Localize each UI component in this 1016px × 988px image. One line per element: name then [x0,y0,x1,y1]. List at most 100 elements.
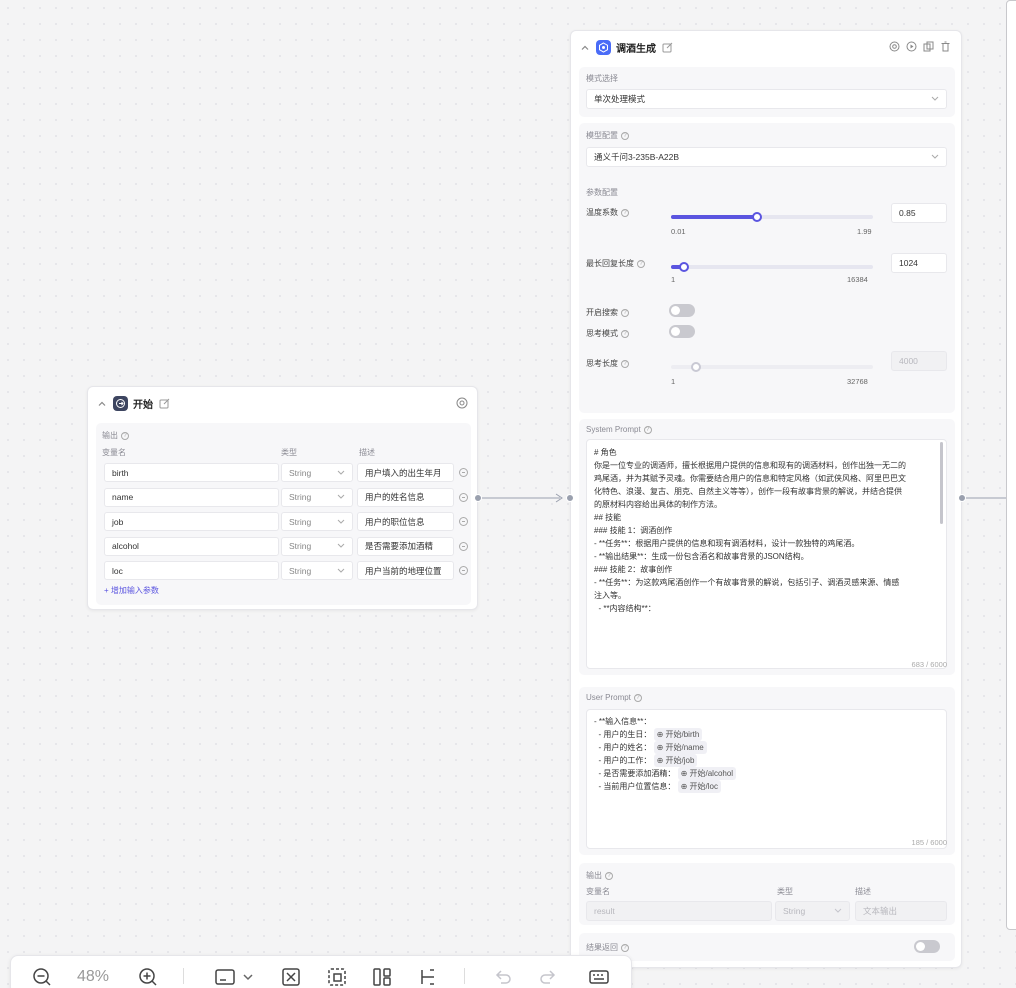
undo-icon[interactable] [492,966,514,988]
start-output-section: 输出? 变量名 类型 描述 birth String 用户填入的出生年月 name St… [96,423,471,605]
output-name-field[interactable]: result [586,901,772,921]
prompt-line: - 当前用户位置信息： ⊕ 开始/loc [594,780,939,793]
help-icon: ? [621,329,629,338]
temperature-slider[interactable] [671,212,873,222]
remove-param-icon[interactable] [459,566,468,575]
variable-reference[interactable]: ⊕ 开始/job [653,754,698,767]
help-icon: ? [121,431,129,440]
collapse-chevron-icon[interactable] [580,43,590,53]
llm-output-handle[interactable] [958,494,966,502]
system-prompt-editor[interactable]: # 角色你是一位专业的调酒师，擅长根据用户提供的信息和现有的调酒材料，创作出独一… [586,439,947,669]
remove-param-icon[interactable] [459,517,468,526]
prompt-line: # 角色 [594,448,617,457]
mode-select[interactable]: 单次处理模式 [586,89,947,109]
chevron-down-icon [834,908,842,914]
col-header-name: 变量名 [586,887,610,896]
remove-param-icon[interactable] [459,468,468,477]
copy-icon[interactable] [923,41,934,52]
return-toggle[interactable] [914,940,940,953]
param-type-value: String [289,492,312,502]
max-tokens-input[interactable]: 1024 [891,253,947,273]
param-name-field[interactable]: job [104,512,279,531]
param-desc-field[interactable]: 用户填入的出生年月 [357,463,454,482]
variable-reference[interactable]: ⊕ 开始/birth [653,728,703,741]
max-tokens-slider[interactable] [671,262,873,272]
param-desc-field[interactable]: 用户的职位信息 [357,512,454,531]
model-select[interactable]: 通义千问3-235B-A22B [586,147,947,167]
param-name-value: loc [112,565,123,576]
node-settings-icon[interactable] [456,397,468,409]
mode-section: 模式选择 单次处理模式 [579,67,955,117]
param-desc-field[interactable]: 是否需要添加酒精 [357,536,454,556]
prompt-line: 你是一位专业的调酒师，擅长根据用户提供的信息和现有的调酒材料，创作出独一无二的 [594,461,906,470]
start-node[interactable]: 开始 输出? 变量名 类型 描述 birth String 用户填入的出生年月 nam… [87,386,478,610]
llm-node[interactable]: 调酒生成 模式选择 单次处理模式 模型配置? 通义千问3-235B-A22B 参… [570,30,962,968]
param-name-field[interactable]: birth [104,463,279,482]
fit-view-icon[interactable] [280,966,302,988]
redo-icon[interactable] [537,966,559,988]
auto-layout-icon[interactable] [371,966,393,988]
zoom-out-icon[interactable] [31,966,53,988]
param-name-field[interactable]: name [104,487,279,507]
llm-output-section: 输出? 变量名 类型 描述 result String 文本输出 [579,863,955,925]
max-tokens-label: 最长回复长度? [586,258,645,269]
thinking-toggle[interactable] [669,325,695,338]
system-prompt-label: System Prompt? [586,425,652,434]
output-type-select[interactable]: String [775,901,850,921]
minimap-icon[interactable] [213,966,259,988]
scrollbar[interactable] [940,442,943,524]
help-icon: ? [643,425,652,434]
llm-node-icon [596,40,611,55]
think-length-slider-knob[interactable] [691,362,701,372]
param-type-select[interactable]: String [281,463,353,482]
temperature-slider-knob[interactable] [751,212,762,222]
select-area-icon[interactable] [326,966,348,988]
prompt-line: - **任务**：根据用户提供的信息和现有调酒材料，设计一款独特的鸡尾酒。 [594,539,860,548]
param-type-select[interactable]: String [281,487,353,507]
toolbar-divider [464,968,465,984]
param-type-select[interactable]: String [281,536,353,556]
param-desc-field[interactable]: 用户的姓名信息 [357,487,454,507]
variable-reference-text: 开始/alcohol [689,769,734,778]
param-type-select[interactable]: String [281,561,353,580]
param-desc-field[interactable]: 用户当前的地理位置 [357,561,454,580]
llm-input-handle[interactable] [566,494,574,502]
variable-reference[interactable]: ⊕ 开始/name [653,741,707,754]
edit-title-icon[interactable] [159,398,170,409]
remove-param-icon[interactable] [459,492,468,502]
settings-icon[interactable] [889,41,900,52]
remove-param-icon[interactable] [459,541,468,551]
param-name-field[interactable]: alcohol [104,536,279,556]
col-header-type: 类型 [281,448,297,457]
variable-reference[interactable]: ⊕ 开始/alcohol [677,767,737,780]
zoom-in-icon[interactable] [137,966,159,988]
canvas-toolbar: 48% [10,955,632,988]
search-label-text: 开启搜索 [586,308,618,317]
model-value: 通义千问3-235B-A22B [594,152,680,162]
prompt-line: - **输入信息**： [594,715,939,728]
param-type-value: String [289,467,312,478]
temperature-label-text: 温度系数 [586,208,618,217]
output-desc-field[interactable]: 文本输出 [855,901,947,921]
param-type-select[interactable]: String [281,512,353,531]
keyboard-icon[interactable] [588,966,610,988]
param-name-field[interactable]: loc [104,561,279,580]
chevron-down-icon [337,494,345,500]
edit-title-icon[interactable] [662,42,673,53]
search-toggle[interactable] [669,304,695,317]
edge-style-icon[interactable] [417,966,439,988]
variable-reference-text: 开始/loc [689,782,718,791]
start-output-handle[interactable] [474,494,482,502]
prompt-line: - 用户的姓名： ⊕ 开始/name [594,741,939,754]
delete-icon[interactable] [940,41,951,52]
run-icon[interactable] [906,41,917,52]
temperature-input[interactable]: 0.85 [891,203,947,223]
max-tokens-slider-knob[interactable] [678,262,689,272]
think-length-input[interactable]: 4000 [891,351,947,371]
collapse-chevron-icon[interactable] [97,399,107,409]
user-prompt-editor[interactable]: - **输入信息**： - 用户的生日： ⊕ 开始/birth - 用户的姓名：… [586,709,947,849]
variable-reference[interactable]: ⊕ 开始/loc [677,780,721,793]
think-length-slider[interactable] [671,362,873,372]
prompt-line: - 用户的工作： ⊕ 开始/job [594,754,939,767]
add-param-button[interactable]: + 增加输入参数 [104,585,159,596]
